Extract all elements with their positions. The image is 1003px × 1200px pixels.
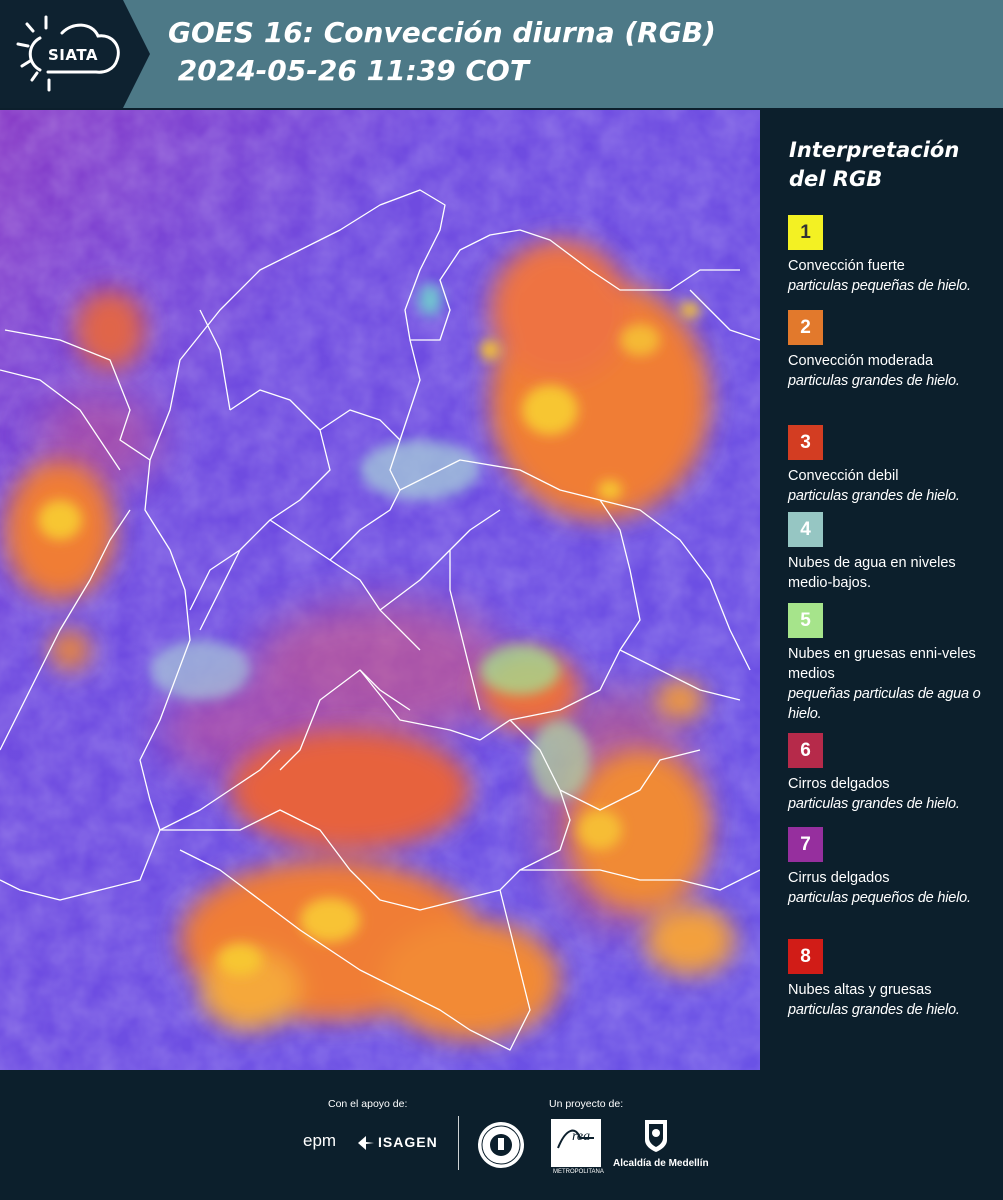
legend-item: 2 Convección moderada particulas grandes d… <box>788 310 993 391</box>
legend-label: Convección moderada <box>788 353 934 369</box>
legend-sublabel: particulas pequeñas de hielo. <box>788 278 971 294</box>
legend-sublabel: particulas grandes de hielo. <box>788 373 960 389</box>
header-bar: SIATA GOES 16: Convección diurna (RGB) 2… <box>0 0 1003 108</box>
legend-item: 5 Nubes en gruesas enni-veles medios peque… <box>788 603 993 724</box>
coat-of-arms-icon <box>645 1120 667 1152</box>
legend-label: Convección fuerte <box>788 258 905 274</box>
legend-item: 3 Convección debil particulas grandes de h… <box>788 425 993 506</box>
svg-text:rea: rea <box>572 1129 590 1144</box>
legend-sublabel: pequeñas particulas de agua o hielo. <box>788 686 981 722</box>
alcaldia-text: Alcaldía de Medellín <box>613 1158 709 1169</box>
legend-label: Cirros delgados <box>788 776 890 792</box>
legend-item: 4 Nubes de agua en niveles medio-bajos. <box>788 512 993 593</box>
legend-item: 7 Cirrus delgados particulas pequeños de h… <box>788 827 993 908</box>
isagen-logo: ISAGEN <box>378 1134 438 1150</box>
satellite-image <box>0 110 760 1070</box>
legend-swatch: 7 <box>788 827 823 862</box>
legend-swatch: 1 <box>788 215 823 250</box>
legend-swatch: 4 <box>788 512 823 547</box>
legend-item: 1 Convección fuerte particulas pequeñas de… <box>788 215 993 296</box>
legend-sublabel: particulas grandes de hielo. <box>788 796 960 812</box>
legend-label: Nubes de agua en niveles medio-bajos. <box>788 555 956 591</box>
legend-label: Nubes en gruesas enni-veles medios <box>788 646 976 682</box>
area-metropolitana-logo: rea <box>551 1119 601 1167</box>
siata-logo: SIATA <box>0 0 150 108</box>
project-label: Un proyecto de: <box>549 1098 624 1110</box>
legend-swatch: 5 <box>788 603 823 638</box>
legend-sublabel: particulas grandes de hielo. <box>788 488 960 504</box>
legend-sublabel: particulas pequeños de hielo. <box>788 890 971 906</box>
legend-label: Convección debil <box>788 468 899 484</box>
legend-title: Interpretación del RGB <box>789 138 960 191</box>
seal-icon <box>478 1122 524 1168</box>
legend-label: Nubes altas y gruesas <box>788 982 932 998</box>
legend-swatch: 6 <box>788 733 823 768</box>
legend-item: 6 Cirros delgados particulas grandes de hi… <box>788 733 993 814</box>
logo-text: SIATA <box>48 46 99 64</box>
legend-swatch: 8 <box>788 939 823 974</box>
legend-swatch: 3 <box>788 425 823 460</box>
isagen-icon <box>358 1136 374 1150</box>
legend-item: 8 Nubes altas y gruesas particulas grandes… <box>788 939 993 1020</box>
epm-logo: epm <box>303 1131 337 1150</box>
satellite-map[interactable] <box>0 110 760 1070</box>
title-line-2: 2024-05-26 11:39 COT <box>168 54 529 87</box>
support-label: Con el apoyo de: <box>328 1098 408 1110</box>
footer: Con el apoyo de: Un proyecto de: epm ISA… <box>0 1070 1003 1200</box>
legend-panel: Interpretación del RGB 1 Convección fuert… <box>775 110 1000 1070</box>
legend-label: Cirrus delgados <box>788 870 890 886</box>
page-title: GOES 16: Convección diurna (RGB) 2024-05… <box>168 14 716 90</box>
footer-divider <box>458 1116 459 1170</box>
legend-swatch: 2 <box>788 310 823 345</box>
metropolitana-text: METROPOLITANA <box>553 1169 604 1175</box>
title-line-1: GOES 16: Convección diurna (RGB) <box>168 16 716 49</box>
legend-sublabel: particulas grandes de hielo. <box>788 1002 960 1018</box>
